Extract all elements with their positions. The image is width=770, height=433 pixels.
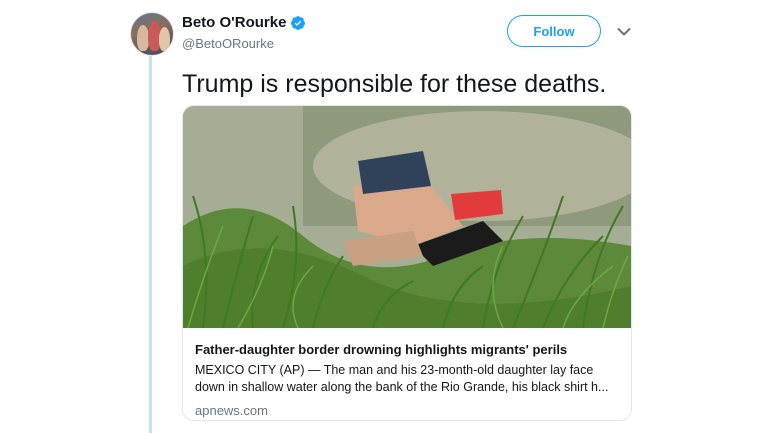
display-name[interactable]: Beto O'Rourke <box>182 13 306 32</box>
card-text: Father-daughter border drowning highligh… <box>195 341 621 419</box>
user-handle[interactable]: @BetoORourke <box>182 35 306 53</box>
card-description: MEXICO CITY (AP) — The man and his 23-mo… <box>195 363 609 394</box>
card-title[interactable]: Father-daughter border drowning highligh… <box>195 341 621 358</box>
card-domain: apnews.com <box>195 403 268 418</box>
thread-line <box>149 54 152 433</box>
link-card[interactable]: Father-daughter border drowning highligh… <box>182 105 632 421</box>
avatar-figure <box>159 27 170 51</box>
verified-badge-icon <box>291 15 306 30</box>
user-block: Beto O'Rourke @BetoORourke <box>182 13 306 53</box>
follow-button[interactable]: Follow <box>507 15 601 47</box>
avatar[interactable] <box>130 12 174 56</box>
tweet-text: Trump is responsible for these deaths. <box>182 70 607 98</box>
chevron-down-icon[interactable] <box>617 27 631 37</box>
card-image[interactable] <box>183 106 631 328</box>
display-name-text[interactable]: Beto O'Rourke <box>182 13 286 32</box>
